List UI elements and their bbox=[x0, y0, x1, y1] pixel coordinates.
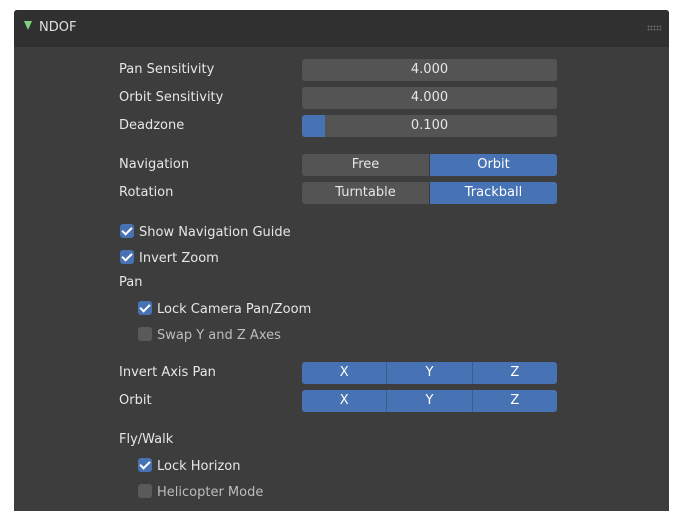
checkbox-checked-icon bbox=[120, 224, 134, 238]
helicopter-mode-label: Helicopter Mode bbox=[157, 485, 264, 500]
lock-horizon-checkbox[interactable]: Lock Horizon bbox=[138, 458, 240, 474]
rotation-label: Rotation bbox=[119, 185, 174, 200]
ndof-panel: NDOF Pan Sensitivity 4.000 Orbit Sensiti… bbox=[14, 10, 669, 511]
invert-pan-z-toggle[interactable]: Z bbox=[471, 362, 557, 384]
pan-heading: Pan bbox=[119, 275, 143, 290]
deadzone-slider[interactable]: 0.100 bbox=[302, 115, 557, 137]
navigation-label: Navigation bbox=[119, 157, 190, 172]
invert-pan-y-toggle[interactable]: Y bbox=[386, 362, 472, 384]
deadzone-label: Deadzone bbox=[119, 118, 185, 133]
invert-orbit-z-toggle[interactable]: Z bbox=[471, 390, 557, 412]
orbit-sensitivity-label: Orbit Sensitivity bbox=[119, 90, 224, 105]
swap-y-z-axes-checkbox[interactable]: Swap Y and Z Axes bbox=[138, 327, 281, 343]
show-navigation-guide-label: Show Navigation Guide bbox=[139, 225, 291, 240]
panel-header[interactable]: NDOF bbox=[14, 10, 669, 47]
invert-orbit-y-toggle[interactable]: Y bbox=[386, 390, 472, 412]
invert-axis-pan-label: Invert Axis Pan bbox=[119, 365, 216, 380]
lock-camera-pan-zoom-checkbox[interactable]: Lock Camera Pan/Zoom bbox=[138, 301, 311, 317]
invert-orbit-x-toggle[interactable]: X bbox=[302, 390, 387, 412]
rotation-option-trackball[interactable]: Trackball bbox=[429, 182, 557, 204]
expand-triangle-icon[interactable] bbox=[24, 21, 32, 30]
drag-grip-icon[interactable] bbox=[647, 25, 661, 31]
checkbox-unchecked-icon bbox=[138, 484, 152, 498]
navigation-option-free[interactable]: Free bbox=[302, 154, 429, 176]
orbit-axis-label: Orbit bbox=[119, 393, 152, 408]
pan-sensitivity-field[interactable]: 4.000 bbox=[302, 59, 557, 81]
invert-axis-orbit-toggles: X Y Z bbox=[302, 390, 557, 412]
invert-pan-x-toggle[interactable]: X bbox=[302, 362, 387, 384]
checkbox-checked-icon bbox=[138, 301, 152, 315]
rotation-selector: Turntable Trackball bbox=[302, 182, 557, 204]
orbit-sensitivity-value: 4.000 bbox=[410, 90, 449, 105]
checkbox-unchecked-icon bbox=[138, 327, 152, 341]
panel-title: NDOF bbox=[39, 20, 77, 35]
lock-horizon-label: Lock Horizon bbox=[157, 459, 241, 474]
flywalk-heading: Fly/Walk bbox=[119, 432, 174, 447]
checkbox-checked-icon bbox=[120, 250, 134, 264]
lock-camera-pan-zoom-label: Lock Camera Pan/Zoom bbox=[157, 302, 312, 317]
show-navigation-guide-checkbox[interactable]: Show Navigation Guide bbox=[120, 224, 291, 240]
navigation-selector: Free Orbit bbox=[302, 154, 557, 176]
pan-sensitivity-value: 4.000 bbox=[410, 62, 449, 77]
swap-y-z-axes-label: Swap Y and Z Axes bbox=[157, 328, 281, 343]
helicopter-mode-checkbox[interactable]: Helicopter Mode bbox=[138, 484, 263, 500]
rotation-option-turntable[interactable]: Turntable bbox=[302, 182, 429, 204]
invert-axis-pan-toggles: X Y Z bbox=[302, 362, 557, 384]
checkbox-checked-icon bbox=[138, 458, 152, 472]
navigation-option-orbit[interactable]: Orbit bbox=[429, 154, 557, 176]
deadzone-value: 0.100 bbox=[410, 118, 449, 133]
invert-zoom-checkbox[interactable]: Invert Zoom bbox=[120, 250, 219, 266]
orbit-sensitivity-field[interactable]: 4.000 bbox=[302, 87, 557, 109]
invert-zoom-label: Invert Zoom bbox=[139, 251, 219, 266]
pan-sensitivity-label: Pan Sensitivity bbox=[119, 62, 215, 77]
